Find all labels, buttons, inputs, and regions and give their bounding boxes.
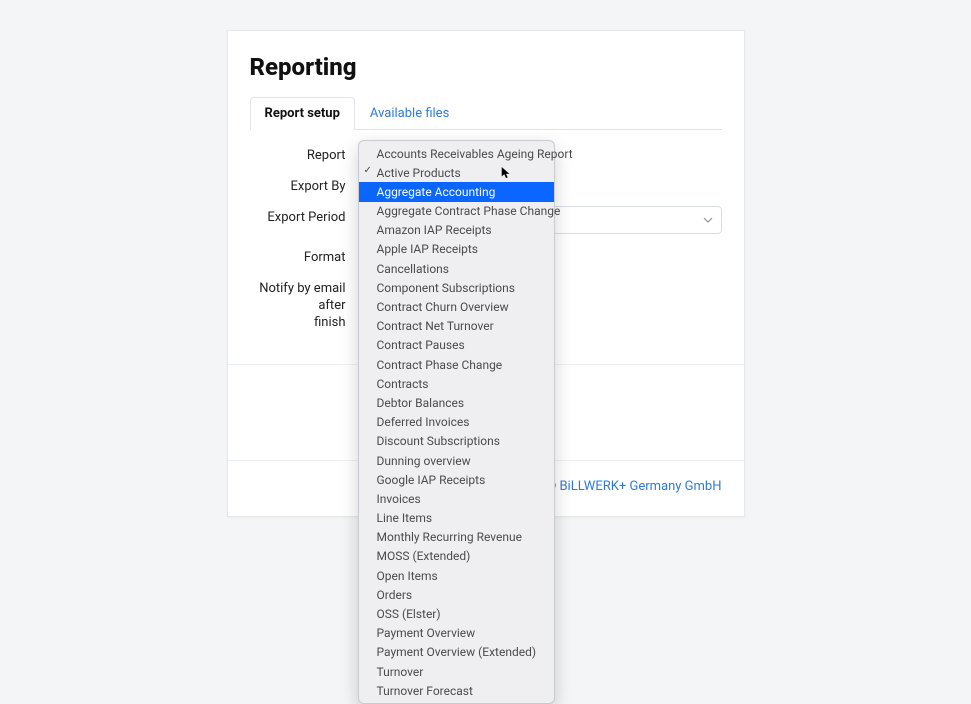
tab-available-files[interactable]: Available files <box>355 97 464 130</box>
dropdown-option[interactable]: Discount Subscriptions <box>359 432 554 451</box>
dropdown-option[interactable]: Turnover Forecast <box>359 681 554 700</box>
dropdown-option[interactable]: Dunning overview <box>359 451 554 470</box>
dropdown-option[interactable]: Invoices <box>359 489 554 508</box>
page-title: Reporting <box>250 53 722 81</box>
dropdown-option[interactable]: Component Subscriptions <box>359 278 554 297</box>
dropdown-option[interactable]: Orders <box>359 585 554 604</box>
dropdown-option[interactable]: MOSS (Extended) <box>359 547 554 566</box>
dropdown-option[interactable]: Open Items <box>359 566 554 585</box>
dropdown-option[interactable]: Turnover <box>359 662 554 681</box>
row-report: Report Accounts Receivables Ageing Repor… <box>250 144 722 163</box>
label-notify: Notify by email after finish <box>250 277 358 332</box>
dropdown-option[interactable]: Google IAP Receipts <box>359 470 554 489</box>
tab-report-setup[interactable]: Report setup <box>250 97 355 130</box>
label-format: Format <box>250 246 358 265</box>
dropdown-option[interactable]: Amazon IAP Receipts <box>359 221 554 240</box>
reporting-card: Reporting Report setup Available files R… <box>227 30 745 517</box>
dropdown-option[interactable]: Payment Overview (Extended) <box>359 643 554 662</box>
dropdown-option[interactable]: Contracts <box>359 374 554 393</box>
brand-link[interactable]: BiLLWERK+ Germany GmbH <box>559 479 721 494</box>
tabs: Report setup Available files <box>250 97 722 130</box>
label-export-by: Export By <box>250 175 358 194</box>
dropdown-option[interactable]: Aggregate Contract Phase Change <box>359 202 554 221</box>
label-export-period: Export Period <box>250 206 358 225</box>
dropdown-option[interactable]: Line Items <box>359 509 554 528</box>
dropdown-option[interactable]: Cancellations <box>359 259 554 278</box>
dropdown-option[interactable]: Contract Churn Overview <box>359 298 554 317</box>
dropdown-option[interactable]: Debtor Balances <box>359 393 554 412</box>
chevron-down-icon <box>703 215 713 225</box>
dropdown-option[interactable]: Accounts Receivables Ageing Report <box>359 144 554 163</box>
dropdown-option[interactable]: Apple IAP Receipts <box>359 240 554 259</box>
dropdown-option[interactable]: Contract Phase Change <box>359 355 554 374</box>
dropdown-option[interactable]: Contract Pauses <box>359 336 554 355</box>
dropdown-option[interactable]: Contract Net Turnover <box>359 317 554 336</box>
dropdown-option[interactable]: Aggregate Accounting <box>359 182 554 201</box>
dropdown-option[interactable]: Monthly Recurring Revenue <box>359 528 554 547</box>
dropdown-option[interactable]: Active Products <box>359 163 554 182</box>
label-report: Report <box>250 144 358 163</box>
dropdown-option[interactable]: OSS (Elster) <box>359 605 554 624</box>
dropdown-option[interactable]: Payment Overview <box>359 624 554 643</box>
dropdown-option[interactable]: Deferred Invoices <box>359 413 554 432</box>
report-setup-form: Report Accounts Receivables Ageing Repor… <box>250 130 722 354</box>
report-dropdown[interactable]: Accounts Receivables Ageing ReportActive… <box>358 140 555 704</box>
